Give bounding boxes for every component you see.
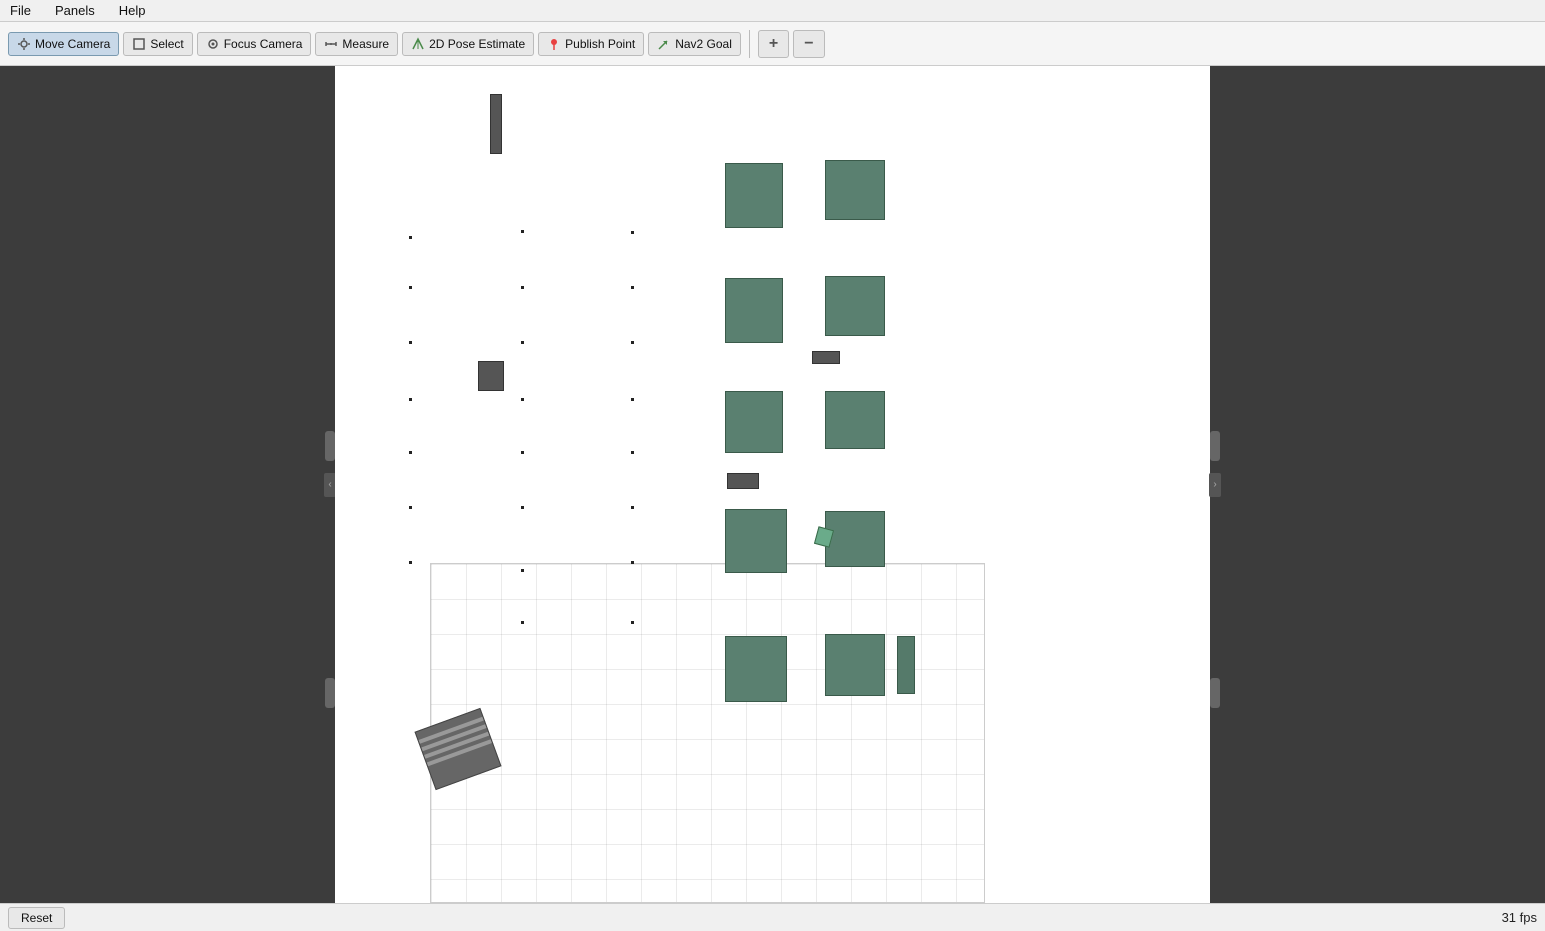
map-object-tall-bar (490, 94, 502, 154)
map-object-r2-b1 (725, 278, 783, 343)
2d-pose-label: 2D Pose Estimate (429, 37, 525, 51)
lidar-dot (521, 569, 524, 572)
select-button[interactable]: Select (123, 32, 192, 56)
right-panel-collapse[interactable]: › (1209, 473, 1221, 497)
select-icon (132, 37, 146, 51)
toolbar-separator (749, 30, 750, 58)
map-viewport[interactable] (335, 66, 1210, 903)
ruler-icon (324, 37, 338, 51)
publish-point-label: Publish Point (565, 37, 635, 51)
menubar: File Panels Help (0, 0, 1545, 22)
right-handle-top[interactable] (1210, 431, 1220, 461)
lidar-dot (631, 451, 634, 454)
pose-icon (411, 37, 425, 51)
map-object-small-col (897, 636, 915, 694)
reset-label: Reset (21, 911, 52, 925)
lidar-dot (409, 398, 412, 401)
map-object-small-sq (727, 473, 759, 489)
minus-icon: − (804, 35, 813, 53)
lidar-dot (521, 398, 524, 401)
map-object-r5-b2 (825, 634, 885, 696)
lidar-dot (521, 230, 524, 233)
reset-button[interactable]: Reset (8, 907, 65, 929)
map-object-ibeam (812, 351, 840, 364)
map-object-small-left (478, 361, 504, 391)
pin-icon (547, 37, 561, 51)
lidar-dot (631, 341, 634, 344)
left-handle-top[interactable] (325, 431, 335, 461)
map-object-r3-b2 (825, 391, 885, 449)
map-object-r1-b2 (825, 160, 885, 220)
lidar-dot (521, 286, 524, 289)
right-arrow-icon: › (1213, 479, 1216, 490)
lidar-dot (631, 231, 634, 234)
nav2-goal-button[interactable]: Nav2 Goal (648, 32, 741, 56)
focus-icon (206, 37, 220, 51)
menu-help[interactable]: Help (115, 1, 150, 20)
map-object-r3-b1 (725, 391, 783, 453)
map-object-r4-b1 (725, 509, 787, 573)
lidar-dot (521, 341, 524, 344)
lidar-dot (521, 621, 524, 624)
lidar-dot (521, 506, 524, 509)
plus-icon: + (769, 35, 778, 53)
lidar-dot (409, 236, 412, 239)
zoom-in-button[interactable]: + (758, 30, 789, 58)
lidar-dot (409, 286, 412, 289)
lidar-dot (409, 451, 412, 454)
menu-panels[interactable]: Panels (51, 1, 99, 20)
left-panel: ‹ (0, 66, 335, 903)
menu-file[interactable]: File (6, 1, 35, 20)
lidar-dot (631, 506, 634, 509)
measure-button[interactable]: Measure (315, 32, 398, 56)
camera-icon (17, 37, 31, 51)
lidar-dot (631, 398, 634, 401)
statusbar: Reset 31 fps (0, 903, 1545, 931)
measure-label: Measure (342, 37, 389, 51)
lidar-dot (409, 506, 412, 509)
right-panel: › (1210, 66, 1545, 903)
lidar-dot (521, 451, 524, 454)
nav2-goal-label: Nav2 Goal (675, 37, 732, 51)
focus-camera-button[interactable]: Focus Camera (197, 32, 312, 56)
map-object-r2-b2 (825, 276, 885, 336)
zoom-out-button[interactable]: − (793, 30, 824, 58)
fps-display: 31 fps (1502, 910, 1537, 925)
lidar-dot (631, 621, 634, 624)
left-handle-bottom[interactable] (325, 678, 335, 708)
2d-pose-button[interactable]: 2D Pose Estimate (402, 32, 534, 56)
focus-camera-label: Focus Camera (224, 37, 303, 51)
lidar-dot (631, 286, 634, 289)
map-grid (430, 563, 985, 903)
move-camera-button[interactable]: Move Camera (8, 32, 119, 56)
lidar-dot (409, 341, 412, 344)
main-layout: ‹ (0, 66, 1545, 903)
select-label: Select (150, 37, 183, 51)
publish-point-button[interactable]: Publish Point (538, 32, 644, 56)
lidar-dot (409, 561, 412, 564)
lidar-dot (631, 561, 634, 564)
left-arrow-icon: ‹ (328, 479, 331, 490)
map-object-r1-b1 (725, 163, 783, 228)
toolbar: Move Camera Select Focus Camera (0, 22, 1545, 66)
map-object-r5-b1 (725, 636, 787, 702)
move-camera-label: Move Camera (35, 37, 110, 51)
goal-icon (657, 37, 671, 51)
map-object-r4-b2 (825, 511, 885, 567)
right-handle-bottom[interactable] (1210, 678, 1220, 708)
